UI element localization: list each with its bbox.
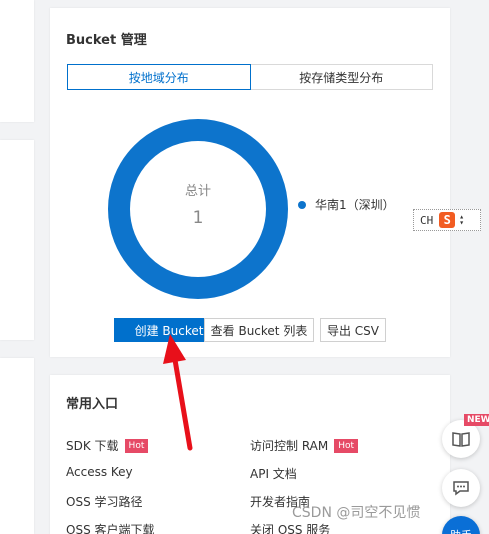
bucket-panel-title: Bucket 管理 — [66, 33, 147, 48]
csdn-watermark: CSDN @司空不见惯 — [292, 505, 421, 521]
tab-by-storage-type[interactable]: 按存储类型分布 — [250, 64, 433, 90]
legend-marker — [298, 200, 306, 209]
chat-icon — [453, 481, 469, 496]
api-docs-link[interactable]: API 文档 — [250, 465, 297, 482]
disable-oss-service-link[interactable]: 关闭 OSS 服务 — [250, 521, 330, 534]
tab-by-region[interactable]: 按地域分布 — [67, 64, 251, 90]
access-key-link[interactable]: Access Key — [66, 465, 133, 479]
side-card-2 — [0, 140, 34, 340]
ime-lang: CH — [420, 213, 434, 227]
entry-label: SDK 下载 — [66, 439, 119, 453]
view-bucket-list-button[interactable]: 查看 Bucket 列表 — [204, 318, 314, 342]
donut-total-value: 1 — [192, 208, 204, 228]
ram-access-control-link[interactable]: 访问控制 RAM Hot — [250, 437, 359, 454]
sdk-download-link[interactable]: SDK 下载 Hot — [66, 437, 149, 454]
oss-learning-path-link[interactable]: OSS 学习路径 — [66, 493, 143, 510]
sogou-icon: S — [439, 212, 456, 228]
ime-caret-icon: ▴ ▾ — [459, 212, 465, 227]
export-csv-button[interactable]: 导出 CSV — [320, 318, 386, 342]
hot-badge: Hot — [334, 438, 359, 453]
ime-indicator[interactable]: CH S ▴ ▾ — [413, 209, 481, 231]
entry-panel-title: 常用入口 — [66, 397, 119, 412]
red-annotation-arrow — [163, 334, 193, 451]
chart-legend[interactable]: 华南1（深圳） — [298, 196, 395, 213]
bucket-management-card: Bucket 管理 按地域分布 按存储类型分布 总计 1 华南1（深圳） 创建 … — [50, 8, 450, 357]
feedback-float-button[interactable] — [442, 469, 480, 507]
hot-badge: Hot — [124, 438, 149, 453]
oss-client-download-link[interactable]: OSS 客户端下载 — [66, 521, 155, 534]
new-badge: NEW — [464, 414, 489, 426]
side-card-3 — [0, 358, 34, 534]
donut-total-label: 总计 — [184, 184, 211, 199]
legend-label: 华南1（深圳） — [315, 198, 395, 212]
book-icon — [452, 432, 470, 447]
entry-label: 访问控制 RAM — [250, 439, 329, 453]
distribution-tabs: 按地域分布 按存储类型分布 — [67, 64, 433, 90]
side-card-1 — [0, 0, 34, 122]
